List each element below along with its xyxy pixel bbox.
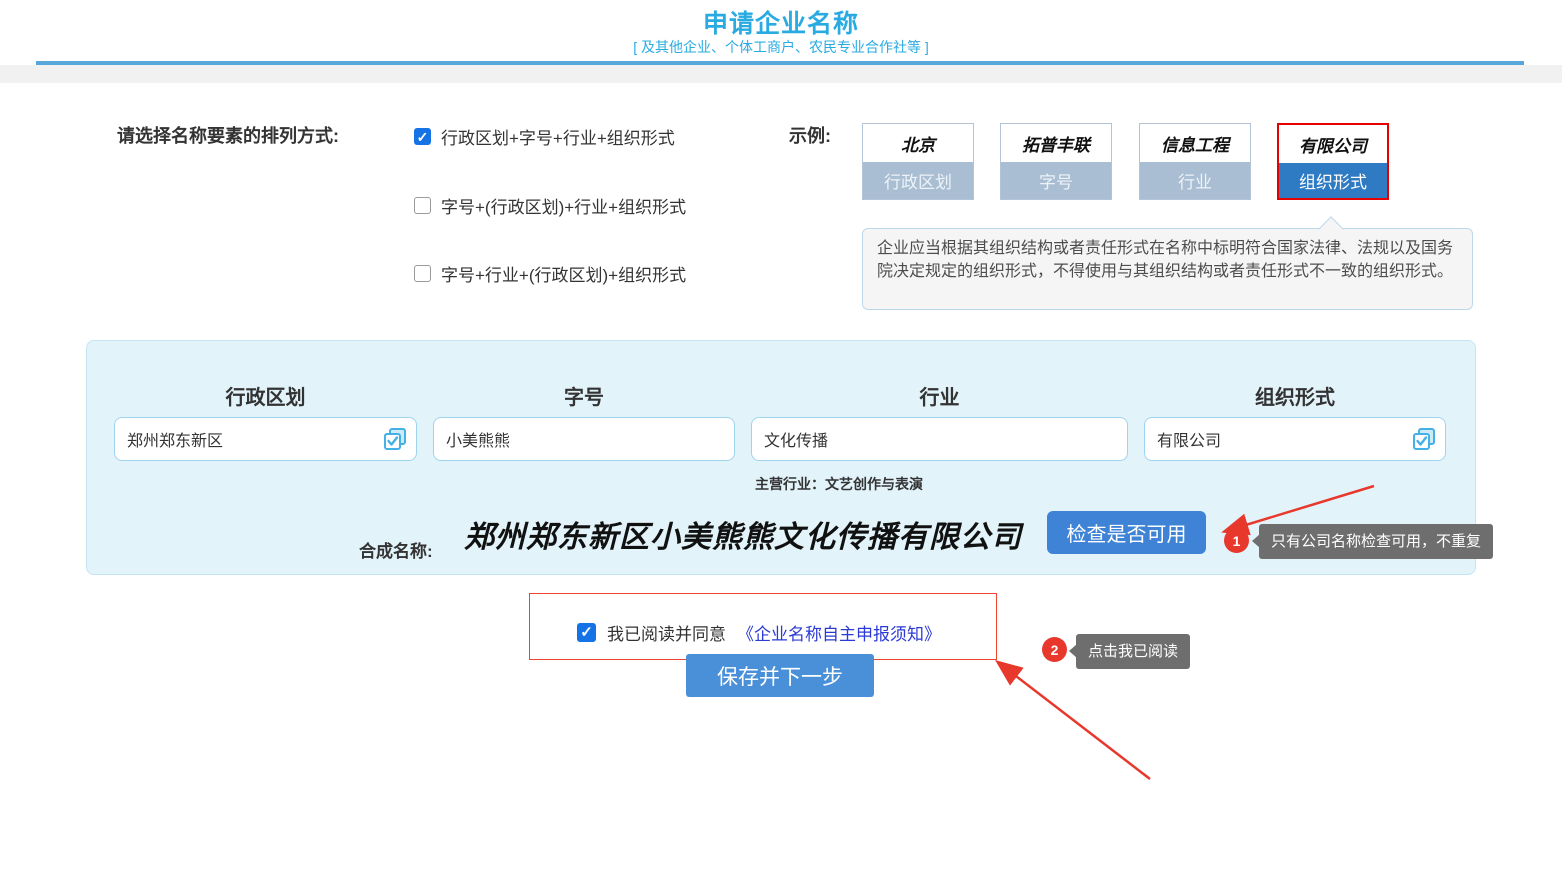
agreement-checkbox[interactable] bbox=[577, 623, 596, 642]
arrangement-option-1[interactable]: 行政区划+字号+行业+组织形式 bbox=[414, 124, 675, 149]
declaration-notice-link[interactable]: 《企业名称自主申报须知》 bbox=[737, 620, 941, 645]
district-field bbox=[114, 417, 417, 461]
industry-input[interactable] bbox=[751, 417, 1128, 461]
annotation-arrow-2 bbox=[999, 663, 1150, 779]
example-district-value: 北京 bbox=[863, 124, 973, 162]
industry-field bbox=[751, 417, 1128, 461]
example-district-category: 行政区划 bbox=[863, 162, 973, 199]
step-1-tooltip: 只有公司名称检查可用，不重复 bbox=[1259, 524, 1493, 559]
example-industry-category: 行业 bbox=[1140, 162, 1250, 199]
example-box-district: 北京 行政区划 bbox=[862, 123, 974, 200]
example-box-trade-name: 拓普丰联 字号 bbox=[1000, 123, 1112, 200]
step-2-tooltip-text: 点击我已阅读 bbox=[1088, 643, 1178, 660]
arrangement-option-1-label: 行政区划+字号+行业+组织形式 bbox=[441, 124, 675, 149]
step-2-tooltip: 点击我已阅读 bbox=[1076, 634, 1190, 669]
example-trade-name-value: 拓普丰联 bbox=[1001, 124, 1111, 162]
example-box-industry: 信息工程 行业 bbox=[1139, 123, 1251, 200]
checkbox-checked-icon[interactable] bbox=[414, 128, 431, 145]
application-page: 申请企业名称 [ 及其他企业、个体工商户、农民专业合作社等 ] 请选择名称要素的… bbox=[0, 0, 1562, 872]
page-subtitle: [ 及其他企业、个体工商户、农民专业合作社等 ] bbox=[0, 37, 1562, 57]
example-trade-name-category: 字号 bbox=[1001, 162, 1111, 199]
tooltip-pointer-icon bbox=[1252, 534, 1260, 548]
example-industry-value: 信息工程 bbox=[1140, 124, 1250, 162]
step-1-tooltip-text: 只有公司名称检查可用，不重复 bbox=[1271, 533, 1481, 550]
trade-name-field bbox=[433, 417, 735, 461]
checkbox-unchecked-icon[interactable] bbox=[414, 265, 431, 282]
org-form-picker-icon[interactable] bbox=[1411, 426, 1437, 452]
column-header-district: 行政区划 bbox=[114, 381, 417, 410]
agreement-row[interactable]: 我已阅读并同意《企业名称自主申报须知》 bbox=[577, 620, 941, 645]
org-form-field bbox=[1144, 417, 1446, 461]
arrangement-label: 请选择名称要素的排列方式: bbox=[117, 122, 339, 148]
column-header-trade-name: 字号 bbox=[433, 381, 735, 410]
tooltip-pointer-icon bbox=[1069, 644, 1077, 658]
header-bar bbox=[0, 65, 1562, 83]
composed-name-label: 合成名称: bbox=[359, 537, 433, 562]
main-industry-note: 主营行业：文艺创作与表演 bbox=[755, 474, 923, 494]
column-header-industry: 行业 bbox=[751, 381, 1128, 410]
example-label: 示例: bbox=[789, 122, 831, 148]
page-title: 申请企业名称 bbox=[0, 4, 1562, 40]
org-form-info-box: 企业应当根据其组织结构或者责任形式在名称中标明符合国家法律、法规以及国务院决定规… bbox=[862, 228, 1473, 310]
district-input[interactable] bbox=[114, 417, 417, 461]
agreement-label: 我已阅读并同意 bbox=[607, 620, 726, 645]
check-availability-button[interactable]: 检查是否可用 bbox=[1047, 511, 1206, 554]
save-next-button[interactable]: 保存并下一步 bbox=[686, 654, 874, 697]
arrangement-option-2-label: 字号+(行政区划)+行业+组织形式 bbox=[441, 193, 686, 218]
checkbox-unchecked-icon[interactable] bbox=[414, 197, 431, 214]
step-2-badge: 2 bbox=[1042, 637, 1067, 662]
step-1-badge: 1 bbox=[1224, 528, 1249, 553]
composed-name-value: 郑州郑东新区小美熊熊文化传播有限公司 bbox=[464, 515, 1124, 561]
example-org-form-value: 有限公司 bbox=[1279, 125, 1387, 163]
org-form-info-text: 企业应当根据其组织结构或者责任形式在名称中标明符合国家法律、法规以及国务院决定规… bbox=[877, 240, 1453, 280]
example-box-org-form-highlighted: 有限公司 组织形式 bbox=[1277, 123, 1389, 200]
trade-name-input[interactable] bbox=[433, 417, 735, 461]
column-header-org-form: 组织形式 bbox=[1144, 381, 1446, 410]
example-org-form-category: 组织形式 bbox=[1279, 163, 1387, 198]
org-form-input[interactable] bbox=[1144, 417, 1446, 461]
arrangement-option-3[interactable]: 字号+行业+(行政区划)+组织形式 bbox=[414, 261, 686, 286]
arrangement-option-3-label: 字号+行业+(行政区划)+组织形式 bbox=[441, 261, 686, 286]
arrangement-option-2[interactable]: 字号+(行政区划)+行业+组织形式 bbox=[414, 193, 686, 218]
district-picker-icon[interactable] bbox=[382, 426, 408, 452]
